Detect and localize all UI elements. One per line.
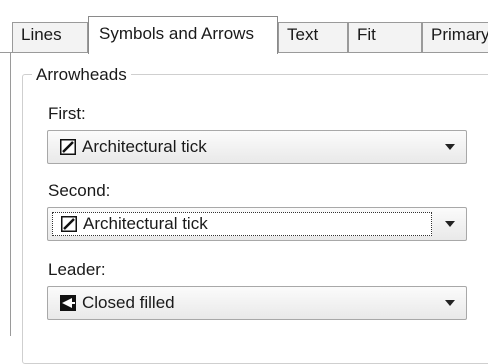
second-arrowhead-label: Second:	[48, 181, 111, 200]
second-arrowhead-value: Architectural tick	[83, 214, 208, 233]
tab-label: Fit	[357, 25, 376, 44]
tab-label: Text	[287, 25, 319, 44]
tab-primary-units[interactable]: Primary Units	[422, 22, 488, 53]
architectural-tick-icon	[61, 216, 77, 232]
combobox-value: Closed filled	[52, 291, 432, 315]
leader-arrowhead-value: Closed filled	[82, 293, 175, 312]
architectural-tick-icon	[60, 139, 76, 155]
second-arrowhead-combobox[interactable]: Architectural tick	[47, 207, 467, 241]
arrowheads-group-title: Arrowheads	[32, 64, 131, 86]
tab-page-border	[10, 52, 11, 336]
chevron-down-icon[interactable]	[444, 299, 456, 307]
first-arrowhead-label: First:	[48, 104, 86, 123]
combobox-value: Architectural tick	[52, 212, 432, 236]
leader-arrowhead-label: Leader:	[48, 260, 106, 279]
first-arrowhead-value: Architectural tick	[82, 137, 207, 156]
combobox-value: Architectural tick	[52, 135, 432, 159]
tab-fit[interactable]: Fit	[348, 22, 422, 53]
chevron-down-icon[interactable]	[444, 220, 456, 228]
tab-lines[interactable]: Lines	[12, 22, 88, 53]
chevron-down-icon[interactable]	[444, 143, 456, 151]
closed-filled-arrow-icon	[60, 295, 76, 311]
tab-symbols-and-arrows[interactable]: Symbols and Arrows	[88, 16, 278, 54]
tab-text[interactable]: Text	[278, 22, 348, 53]
first-arrowhead-combobox[interactable]: Architectural tick	[47, 130, 467, 164]
tab-strip: Lines Symbols and Arrows Text Fit Primar…	[0, 0, 488, 56]
tab-label: Symbols and Arrows	[99, 24, 254, 43]
leader-arrowhead-combobox[interactable]: Closed filled	[47, 286, 467, 320]
tab-label: Lines	[21, 25, 62, 44]
tab-label: Primary Units	[431, 25, 488, 44]
